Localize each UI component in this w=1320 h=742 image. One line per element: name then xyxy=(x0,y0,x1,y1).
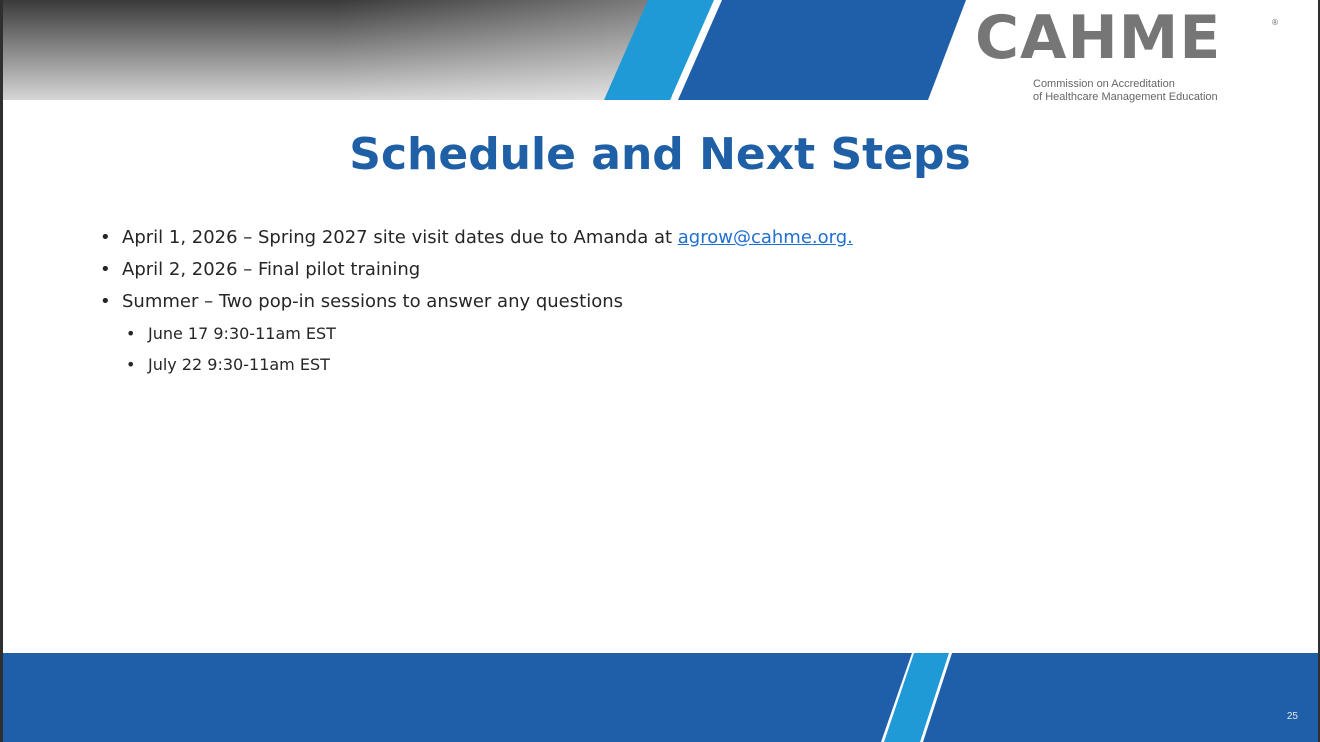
bottom-blue-band-right xyxy=(923,653,1320,742)
logo-tagline: Commission on Accreditation of Healthcar… xyxy=(1033,78,1309,104)
email-link[interactable]: agrow@cahme.org. xyxy=(678,227,853,248)
slide: CAHME ® Commission on Accreditation of H… xyxy=(0,0,1320,742)
bullet-item-2: • April 2, 2026 – Final pilot training xyxy=(100,254,853,286)
sub-bullet-item-1: • June 17 9:30-11am EST xyxy=(126,318,853,349)
bullet-text: Summer – Two pop-in sessions to answer a… xyxy=(122,291,623,312)
slide-title: Schedule and Next Steps xyxy=(349,129,971,180)
bullet-dot: • xyxy=(100,259,111,280)
cahme-logo: CAHME ® Commission on Accreditation of H… xyxy=(975,4,1312,108)
bullet-text: April 2, 2026 – Final pilot training xyxy=(122,259,421,280)
logo-registered-mark: ® xyxy=(1271,18,1279,27)
top-blue-block xyxy=(678,0,966,100)
bullet-item-3: • Summer – Two pop-in sessions to answer… xyxy=(100,286,853,380)
sub-bullet-item-2: • July 22 9:30-11am EST xyxy=(126,349,853,380)
bullet-text: April 1, 2026 – Spring 2027 site visit d… xyxy=(122,227,678,248)
sub-bullet-dot: • xyxy=(126,324,136,343)
page-number: 25 xyxy=(1286,711,1298,722)
sub-bullet-dot: • xyxy=(126,355,136,374)
logo-wordmark: CAHME xyxy=(975,3,1222,73)
logo-tagline-line2: of Healthcare Management Education xyxy=(1033,91,1218,103)
bullet-dot: • xyxy=(100,227,111,248)
sub-bullet-text: June 17 9:30-11am EST xyxy=(148,324,336,343)
bullet-item-1: • April 1, 2026 – Spring 2027 site visit… xyxy=(100,222,853,254)
frame-left-edge xyxy=(0,0,3,742)
bullet-dot: • xyxy=(100,291,111,312)
bullet-list: • April 1, 2026 – Spring 2027 site visit… xyxy=(100,222,853,380)
sub-bullet-text: July 22 9:30-11am EST xyxy=(148,355,330,374)
logo-tagline-line1: Commission on Accreditation xyxy=(1033,78,1175,90)
sub-bullet-list: • June 17 9:30-11am EST • July 22 9:30-1… xyxy=(122,318,853,380)
bottom-blue-band-left xyxy=(0,653,912,742)
